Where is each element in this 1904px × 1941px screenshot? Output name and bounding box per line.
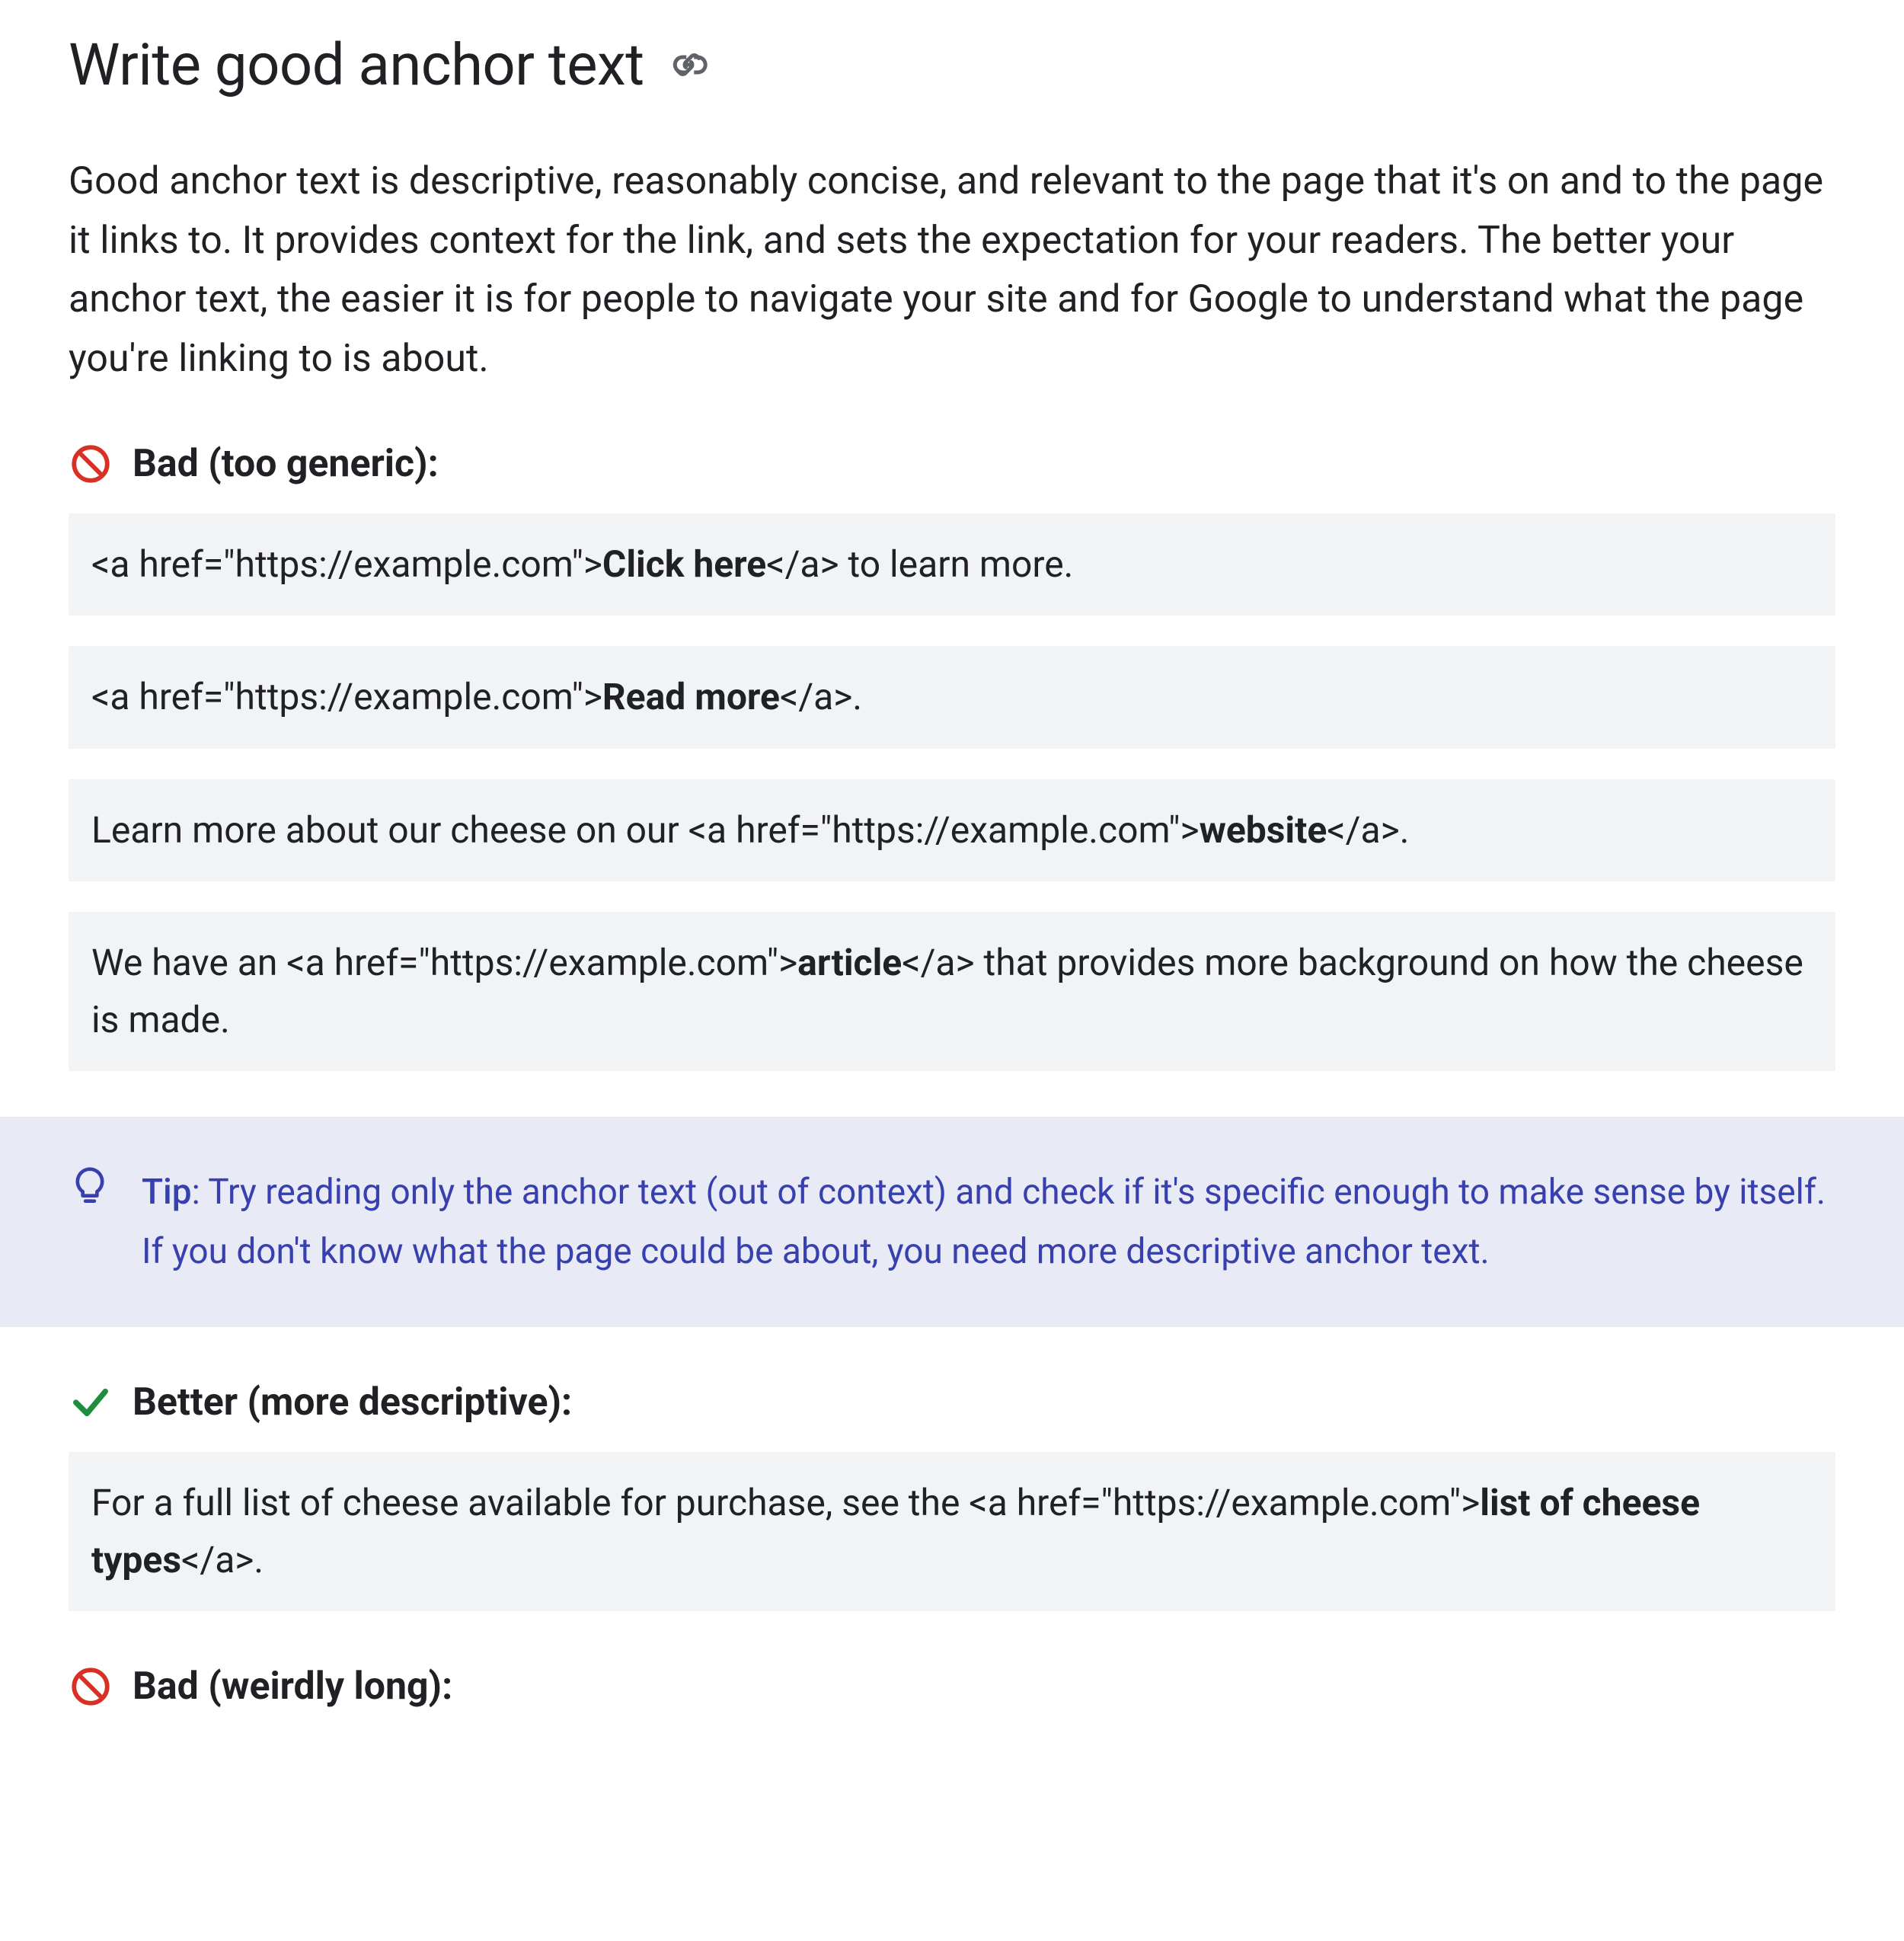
tip-text: Tip: Try reading only the anchor text (o… <box>142 1162 1835 1281</box>
label-text: Better (more descriptive): <box>133 1380 572 1425</box>
link-icon[interactable] <box>666 42 711 88</box>
not-recommended-icon <box>69 1664 113 1709</box>
not-recommended-icon <box>69 442 113 486</box>
code-example-bad-2: <a href="https://example.com">Read more<… <box>69 646 1835 748</box>
label-text: Bad (weirdly long): <box>133 1664 452 1709</box>
label-better: Better (more descriptive): <box>69 1380 1835 1425</box>
intro-paragraph: Good anchor text is descriptive, reasona… <box>69 152 1835 389</box>
tip-callout: Tip: Try reading only the anchor text (o… <box>0 1117 1904 1327</box>
code-example-good-1: For a full list of cheese available for … <box>69 1452 1835 1611</box>
code-example-bad-3: Learn more about our cheese on our <a hr… <box>69 779 1835 881</box>
lightbulb-icon <box>69 1166 111 1208</box>
section-heading: Write good anchor text <box>69 30 1835 99</box>
label-bad-long: Bad (weirdly long): <box>69 1664 1835 1709</box>
code-example-bad-1: <a href="https://example.com">Click here… <box>69 513 1835 616</box>
label-text: Bad (too generic): <box>133 442 439 486</box>
label-bad-generic: Bad (too generic): <box>69 442 1835 486</box>
code-example-bad-4: We have an <a href="https://example.com"… <box>69 912 1835 1071</box>
recommended-icon <box>69 1380 113 1425</box>
page: Write good anchor text Good anchor text … <box>0 0 1904 1941</box>
bottom-fade <box>0 1789 1904 1941</box>
heading-text: Write good anchor text <box>69 30 644 99</box>
